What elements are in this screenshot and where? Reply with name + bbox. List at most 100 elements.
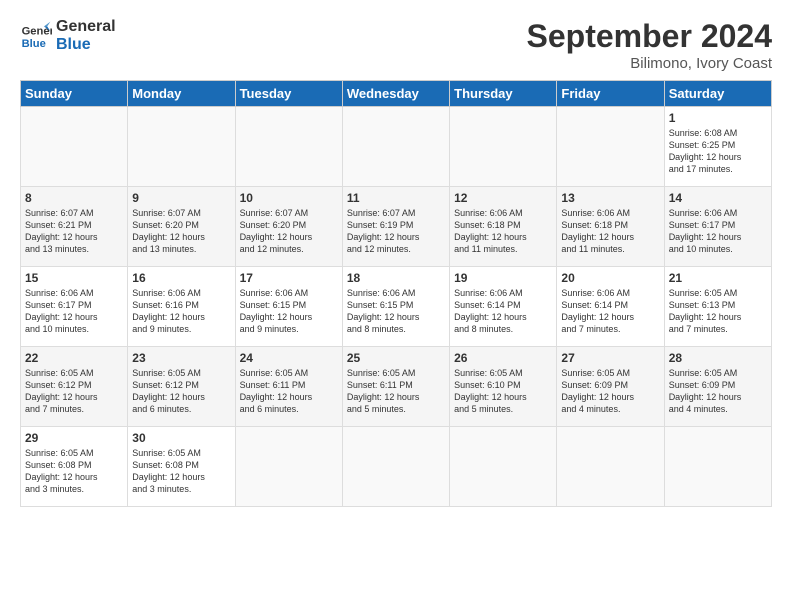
day-info: Sunrise: 6:08 AMSunset: 6:25 PMDaylight:… [669,127,767,176]
day-number: 8 [25,191,123,205]
day-number: 23 [132,351,230,365]
day-cell [128,107,235,187]
day-cell: 26 Sunrise: 6:05 AMSunset: 6:10 PMDaylig… [450,347,557,427]
day-info: Sunrise: 6:06 AMSunset: 6:15 PMDaylight:… [240,287,338,336]
day-number: 13 [561,191,659,205]
day-cell: 28 Sunrise: 6:05 AMSunset: 6:09 PMDaylig… [664,347,771,427]
day-cell [450,427,557,507]
week-row-3: 15 Sunrise: 6:06 AMSunset: 6:17 PMDaylig… [21,267,772,347]
logo: General Blue General Blue [20,18,116,55]
day-info: Sunrise: 6:07 AMSunset: 6:20 PMDaylight:… [132,207,230,256]
day-cell [235,427,342,507]
day-number: 15 [25,271,123,285]
week-row-1: 1 Sunrise: 6:08 AMSunset: 6:25 PMDayligh… [21,107,772,187]
day-number: 14 [669,191,767,205]
day-cell: 29 Sunrise: 6:05 AMSunset: 6:08 PMDaylig… [21,427,128,507]
day-cell: 11 Sunrise: 6:07 AMSunset: 6:19 PMDaylig… [342,187,449,267]
day-cell: 16 Sunrise: 6:06 AMSunset: 6:16 PMDaylig… [128,267,235,347]
day-cell [664,427,771,507]
day-cell [557,427,664,507]
header-friday: Friday [557,81,664,107]
location: Bilimono, Ivory Coast [527,55,772,72]
day-info: Sunrise: 6:05 AMSunset: 6:08 PMDaylight:… [132,447,230,496]
day-info: Sunrise: 6:06 AMSunset: 6:15 PMDaylight:… [347,287,445,336]
day-number: 18 [347,271,445,285]
day-info: Sunrise: 6:06 AMSunset: 6:17 PMDaylight:… [669,207,767,256]
day-cell: 23 Sunrise: 6:05 AMSunset: 6:12 PMDaylig… [128,347,235,427]
day-number: 22 [25,351,123,365]
day-number: 26 [454,351,552,365]
day-number: 11 [347,191,445,205]
day-cell [342,107,449,187]
day-cell: 13 Sunrise: 6:06 AMSunset: 6:18 PMDaylig… [557,187,664,267]
day-number: 20 [561,271,659,285]
header-tuesday: Tuesday [235,81,342,107]
day-info: Sunrise: 6:05 AMSunset: 6:08 PMDaylight:… [25,447,123,496]
day-info: Sunrise: 6:05 AMSunset: 6:11 PMDaylight:… [240,367,338,416]
day-cell: 14 Sunrise: 6:06 AMSunset: 6:17 PMDaylig… [664,187,771,267]
day-number: 21 [669,271,767,285]
day-info: Sunrise: 6:06 AMSunset: 6:18 PMDaylight:… [454,207,552,256]
header-saturday: Saturday [664,81,771,107]
day-cell: 15 Sunrise: 6:06 AMSunset: 6:17 PMDaylig… [21,267,128,347]
title-block: September 2024 Bilimono, Ivory Coast [527,18,772,72]
header-thursday: Thursday [450,81,557,107]
day-info: Sunrise: 6:06 AMSunset: 6:16 PMDaylight:… [132,287,230,336]
day-cell: 8 Sunrise: 6:07 AMSunset: 6:21 PMDayligh… [21,187,128,267]
month-title: September 2024 [527,18,772,55]
header-row: SundayMondayTuesdayWednesdayThursdayFrid… [21,81,772,107]
day-info: Sunrise: 6:06 AMSunset: 6:17 PMDaylight:… [25,287,123,336]
day-cell: 24 Sunrise: 6:05 AMSunset: 6:11 PMDaylig… [235,347,342,427]
day-number: 12 [454,191,552,205]
day-cell: 25 Sunrise: 6:05 AMSunset: 6:11 PMDaylig… [342,347,449,427]
day-cell: 20 Sunrise: 6:06 AMSunset: 6:14 PMDaylig… [557,267,664,347]
day-cell [21,107,128,187]
header: General Blue General Blue September 2024… [20,18,772,72]
day-cell: 21 Sunrise: 6:05 AMSunset: 6:13 PMDaylig… [664,267,771,347]
day-number: 27 [561,351,659,365]
logo-blue: Blue [56,36,116,54]
svg-text:Blue: Blue [22,39,46,51]
day-cell [235,107,342,187]
day-info: Sunrise: 6:06 AMSunset: 6:14 PMDaylight:… [454,287,552,336]
header-monday: Monday [128,81,235,107]
day-cell: 9 Sunrise: 6:07 AMSunset: 6:20 PMDayligh… [128,187,235,267]
day-number: 19 [454,271,552,285]
day-cell: 17 Sunrise: 6:06 AMSunset: 6:15 PMDaylig… [235,267,342,347]
day-number: 1 [669,111,767,125]
header-sunday: Sunday [21,81,128,107]
day-info: Sunrise: 6:07 AMSunset: 6:20 PMDaylight:… [240,207,338,256]
day-cell: 18 Sunrise: 6:06 AMSunset: 6:15 PMDaylig… [342,267,449,347]
week-row-4: 22 Sunrise: 6:05 AMSunset: 6:12 PMDaylig… [21,347,772,427]
day-number: 29 [25,431,123,445]
day-cell [450,107,557,187]
day-cell [342,427,449,507]
logo-general: General [56,18,116,36]
day-cell: 22 Sunrise: 6:05 AMSunset: 6:12 PMDaylig… [21,347,128,427]
day-number: 16 [132,271,230,285]
day-info: Sunrise: 6:06 AMSunset: 6:14 PMDaylight:… [561,287,659,336]
day-cell: 10 Sunrise: 6:07 AMSunset: 6:20 PMDaylig… [235,187,342,267]
calendar-table: SundayMondayTuesdayWednesdayThursdayFrid… [20,80,772,507]
day-cell: 19 Sunrise: 6:06 AMSunset: 6:14 PMDaylig… [450,267,557,347]
day-info: Sunrise: 6:05 AMSunset: 6:12 PMDaylight:… [132,367,230,416]
page-container: General Blue General Blue September 2024… [0,0,792,517]
day-info: Sunrise: 6:05 AMSunset: 6:12 PMDaylight:… [25,367,123,416]
day-number: 30 [132,431,230,445]
day-number: 24 [240,351,338,365]
day-number: 9 [132,191,230,205]
day-info: Sunrise: 6:05 AMSunset: 6:10 PMDaylight:… [454,367,552,416]
day-number: 17 [240,271,338,285]
day-info: Sunrise: 6:05 AMSunset: 6:09 PMDaylight:… [561,367,659,416]
day-cell: 27 Sunrise: 6:05 AMSunset: 6:09 PMDaylig… [557,347,664,427]
day-info: Sunrise: 6:07 AMSunset: 6:19 PMDaylight:… [347,207,445,256]
day-info: Sunrise: 6:05 AMSunset: 6:09 PMDaylight:… [669,367,767,416]
day-info: Sunrise: 6:05 AMSunset: 6:13 PMDaylight:… [669,287,767,336]
day-cell: 30 Sunrise: 6:05 AMSunset: 6:08 PMDaylig… [128,427,235,507]
day-number: 25 [347,351,445,365]
header-wednesday: Wednesday [342,81,449,107]
week-row-5: 29 Sunrise: 6:05 AMSunset: 6:08 PMDaylig… [21,427,772,507]
day-cell: 12 Sunrise: 6:06 AMSunset: 6:18 PMDaylig… [450,187,557,267]
day-number: 28 [669,351,767,365]
logo-icon: General Blue [20,20,52,52]
